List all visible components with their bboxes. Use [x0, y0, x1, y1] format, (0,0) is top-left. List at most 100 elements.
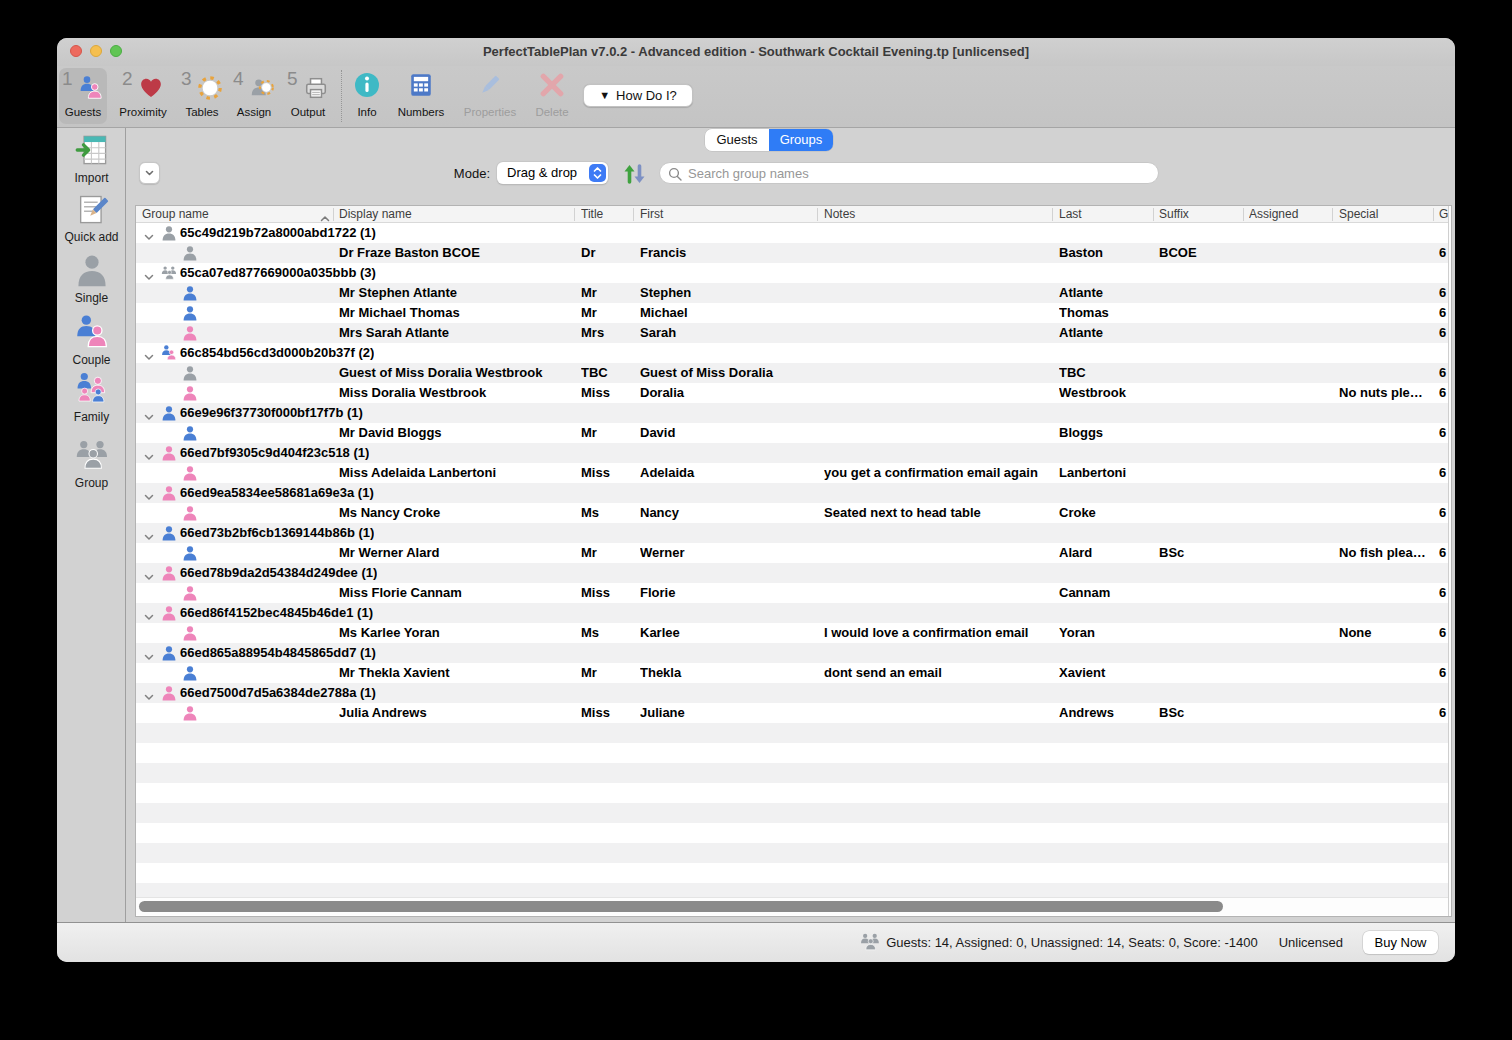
person-pink-icon [182, 625, 198, 645]
cell-display-name: Dr Fraze Baston BCOE [339, 245, 569, 260]
cell-display-name: Mr Thekla Xavient [339, 665, 569, 680]
toolbar-item-output[interactable]: 5 Output [276, 68, 340, 124]
cell-last: TBC [1059, 365, 1151, 380]
sidebar-item-label: Single [57, 291, 126, 305]
cell-last: Andrews [1059, 705, 1151, 720]
family-icon [57, 372, 126, 410]
group-row[interactable]: 66ed865a88954b4845865dd7 (1) [136, 643, 1451, 663]
sidebar-item-family[interactable]: Family [57, 372, 126, 424]
sort-order-icon[interactable] [621, 160, 649, 192]
cell-first: Stephen [640, 285, 816, 300]
guest-row[interactable]: Julia AndrewsMissJulianeAndrewsBSc6 [136, 703, 1451, 723]
guest-row[interactable]: Mr David BloggsMrDavidBloggs6 [136, 423, 1451, 443]
sidebar-item-label: Couple [57, 353, 126, 367]
toolbar-step-number: 4 [233, 68, 244, 90]
guest-row[interactable]: Guest of Miss Doralia WestbrookTBCGuest … [136, 363, 1451, 383]
tab-groups[interactable]: Groups [769, 129, 833, 151]
sidebar-item-label: Group [57, 476, 126, 490]
cell-display-name: Mrs Sarah Atlante [339, 325, 569, 340]
cell-title: Miss [581, 465, 633, 480]
cell-suffix: BCOE [1159, 245, 1241, 260]
sidebar-item-couple[interactable]: Couple [57, 315, 126, 367]
column-header-last[interactable]: Last [1059, 207, 1151, 221]
cell-title: Miss [581, 385, 633, 400]
cell-display-name: Miss Adelaida Lanbertoni [339, 465, 569, 480]
group-row[interactable]: 66ed86f4152bec4845b46de1 (1) [136, 603, 1451, 623]
status-bar: Guests: 14, Assigned: 0, Unassigned: 14,… [57, 922, 1455, 962]
group-row[interactable]: 66ed78b9da2d54384d249dee (1) [136, 563, 1451, 583]
group-row[interactable]: 65c49d219b72a8000abd1722 (1) [136, 223, 1451, 243]
sidebar-item-import[interactable]: Import [57, 133, 126, 185]
header-separator [1433, 208, 1434, 221]
person-pink-icon [182, 705, 198, 725]
sidebar-item-quick-add[interactable]: Quick add [57, 192, 126, 244]
mode-popup[interactable]: Drag & drop [497, 162, 608, 184]
group-row[interactable]: 66ed73b2bf6cb1369144b86b (1) [136, 523, 1451, 543]
scrollbar-thumb[interactable] [139, 901, 1223, 912]
column-header-assigned[interactable]: Assigned [1249, 207, 1329, 221]
group-row[interactable]: 66e9e96f37730f000bf17f7b (1) [136, 403, 1451, 423]
person-gray-icon [57, 253, 126, 291]
toolbar-item-numbers[interactable]: Numbers [389, 68, 453, 124]
content-pane: GuestsGroups Mode: Drag & drop Search gr… [127, 128, 1455, 922]
guest-row[interactable]: Mr Werner AlardMrWernerAlardBScNo fish p… [136, 543, 1451, 563]
mode-label: Mode: [410, 166, 490, 181]
sidebar-item-single[interactable]: Single [57, 253, 126, 305]
person-pink-icon [182, 505, 198, 525]
group-name: 66ed865a88954b4845865dd7 (1) [180, 645, 376, 660]
group-name: 66c854bd56cd3d000b20b37f (2) [180, 345, 374, 360]
disclosure-button[interactable] [139, 162, 160, 184]
header-separator [1052, 208, 1053, 221]
info-icon [345, 72, 389, 104]
cell-special: None [1339, 625, 1435, 640]
guest-row[interactable]: Miss Doralia WestbrookMissDoraliaWestbro… [136, 383, 1451, 403]
group-row[interactable]: 65ca07ed877669000a035bbb (3) [136, 263, 1451, 283]
cell-last: Yoran [1059, 625, 1151, 640]
guest-row[interactable]: Mr Michael ThomasMrMichaelThomas6 [136, 303, 1451, 323]
sidebar-item-group[interactable]: Group [57, 438, 126, 490]
column-header-display-name[interactable]: Display name [339, 207, 569, 221]
guest-row[interactable]: Dr Fraze Baston BCOEDrFrancisBastonBCOE6 [136, 243, 1451, 263]
cell-last: Atlante [1059, 285, 1151, 300]
group-row[interactable]: 66ed7bf9305c9d404f23c518 (1) [136, 443, 1451, 463]
column-header-title[interactable]: Title [581, 207, 631, 221]
guest-row[interactable]: Ms Karlee YoranMsKarleeI would love a co… [136, 623, 1451, 643]
cell-title: Mr [581, 285, 633, 300]
cell-first: Thekla [640, 665, 816, 680]
sidebar: Import Quick add Single Couple Family Gro… [57, 128, 126, 922]
guest-row[interactable]: Mrs Sarah AtlanteMrsSarahAtlante6 [136, 323, 1451, 343]
column-header-special[interactable]: Special [1339, 207, 1435, 221]
tab-guests[interactable]: Guests [705, 129, 769, 151]
toolbar-item-proximity[interactable]: 2Proximity [111, 68, 175, 124]
column-header-first[interactable]: First [640, 207, 816, 221]
guest-row[interactable]: Ms Nancy CrokeMsNancySeated next to head… [136, 503, 1451, 523]
column-header-suffix[interactable]: Suffix [1159, 207, 1241, 221]
guest-row[interactable]: Miss Adelaida LanbertoniMissAdelaidayou … [136, 463, 1451, 483]
cell-display-name: Mr Werner Alard [339, 545, 569, 560]
buy-now-button[interactable]: Buy Now [1363, 931, 1438, 954]
person-blue-icon [182, 545, 198, 565]
guest-row[interactable]: Miss Florie CannamMissFlorieCannam6 [136, 583, 1451, 603]
person-gray-icon [161, 225, 177, 245]
how-do-i-button[interactable]: ▼How Do I? [583, 84, 693, 107]
cell-title: Miss [581, 705, 633, 720]
main-area: Import Quick add Single Couple Family Gro… [57, 128, 1455, 922]
cell-first: Karlee [640, 625, 816, 640]
guest-row[interactable]: Mr Stephen AtlanteMrStephenAtlante6 [136, 283, 1451, 303]
popup-stepper-icon [589, 164, 606, 182]
group-name: 66ed86f4152bec4845b46de1 (1) [180, 605, 373, 620]
horizontal-scrollbar[interactable] [136, 897, 1449, 915]
cell-display-name: Mr Michael Thomas [339, 305, 569, 320]
column-header-group-name[interactable]: Group name [142, 207, 318, 221]
group-row[interactable]: 66ed9ea5834ee58681a69e3a (1) [136, 483, 1451, 503]
group-row[interactable]: 66c854bd56cd3d000b20b37f (2) [136, 343, 1451, 363]
search-input[interactable]: Search group names [659, 162, 1159, 184]
column-header-notes[interactable]: Notes [824, 207, 1050, 221]
person-pink-icon [161, 565, 177, 585]
person-pink-icon [161, 605, 177, 625]
chevron-down-icon [140, 163, 159, 183]
guest-row[interactable]: Mr Thekla XavientMrThekladont send an em… [136, 663, 1451, 683]
cell-title: Mrs [581, 325, 633, 340]
toolbar-item-guests[interactable]: 1 Guests [57, 68, 115, 124]
group-row[interactable]: 66ed7500d7d5a6384de2788a (1) [136, 683, 1451, 703]
